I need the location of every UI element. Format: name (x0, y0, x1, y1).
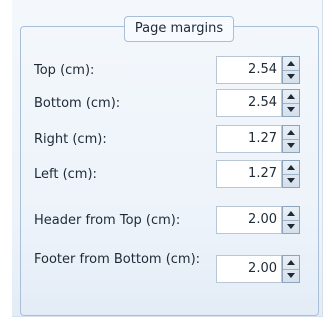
left-margin-value: 1.27 (248, 166, 277, 181)
header-from-top-value: 2.00 (248, 212, 277, 227)
chevron-down-icon (287, 273, 295, 278)
left-margin-label: Left (cm): (34, 167, 97, 182)
bottom-margin-input[interactable]: 2.54 (216, 89, 282, 117)
right-margin-input[interactable]: 1.27 (216, 125, 282, 153)
left-margin-decrement-button[interactable] (283, 174, 299, 187)
right-margin-label: Right (cm): (34, 132, 107, 147)
chevron-up-icon (287, 211, 295, 216)
header-from-top-input[interactable]: 2.00 (216, 206, 282, 234)
footer-from-bottom-spin-buttons (282, 255, 300, 283)
right-margin-spin-buttons (282, 125, 300, 153)
footer-from-bottom-spinner: 2.00 (216, 255, 300, 283)
left-margin-spin-buttons (282, 160, 300, 188)
chevron-down-icon (287, 107, 295, 112)
top-margin-spinner: 2.54 (216, 56, 300, 84)
group-title: Page margins (124, 16, 234, 42)
footer-from-bottom-increment-button[interactable] (283, 256, 299, 270)
bottom-margin-spinner: 2.54 (216, 89, 300, 117)
right-margin-increment-button[interactable] (283, 126, 299, 140)
bottom-margin-value: 2.54 (248, 95, 277, 110)
header-from-top-spin-buttons (282, 206, 300, 234)
right-margin-value: 1.27 (248, 131, 277, 146)
top-margin-input[interactable]: 2.54 (216, 56, 282, 84)
bottom-margin-label: Bottom (cm): (34, 96, 121, 111)
chevron-up-icon (287, 260, 295, 265)
chevron-down-icon (287, 178, 295, 183)
header-from-top-spinner: 2.00 (216, 206, 300, 234)
bottom-margin-decrement-button[interactable] (283, 103, 299, 116)
footer-from-bottom-value: 2.00 (248, 261, 277, 276)
header-from-top-decrement-button[interactable] (283, 220, 299, 233)
left-margin-spinner: 1.27 (216, 160, 300, 188)
chevron-up-icon (287, 165, 295, 170)
chevron-up-icon (287, 130, 295, 135)
bottom-margin-increment-button[interactable] (283, 90, 299, 104)
chevron-down-icon (287, 143, 295, 148)
bottom-margin-spin-buttons (282, 89, 300, 117)
chevron-down-icon (287, 74, 295, 79)
right-margin-decrement-button[interactable] (283, 139, 299, 152)
chevron-up-icon (287, 61, 295, 66)
chevron-down-icon (287, 224, 295, 229)
header-from-top-increment-button[interactable] (283, 207, 299, 221)
left-margin-input[interactable]: 1.27 (216, 160, 282, 188)
top-margin-value: 2.54 (248, 62, 277, 77)
footer-from-bottom-label: Footer from Bottom (cm): (34, 252, 201, 267)
chevron-up-icon (287, 94, 295, 99)
top-margin-label: Top (cm): (34, 63, 95, 78)
left-margin-increment-button[interactable] (283, 161, 299, 175)
footer-from-bottom-decrement-button[interactable] (283, 269, 299, 282)
right-margin-spinner: 1.27 (216, 125, 300, 153)
top-margin-increment-button[interactable] (283, 57, 299, 71)
top-margin-spin-buttons (282, 56, 300, 84)
top-margin-decrement-button[interactable] (283, 70, 299, 83)
footer-from-bottom-input[interactable]: 2.00 (216, 255, 282, 283)
header-from-top-label: Header from Top (cm): (34, 213, 181, 228)
